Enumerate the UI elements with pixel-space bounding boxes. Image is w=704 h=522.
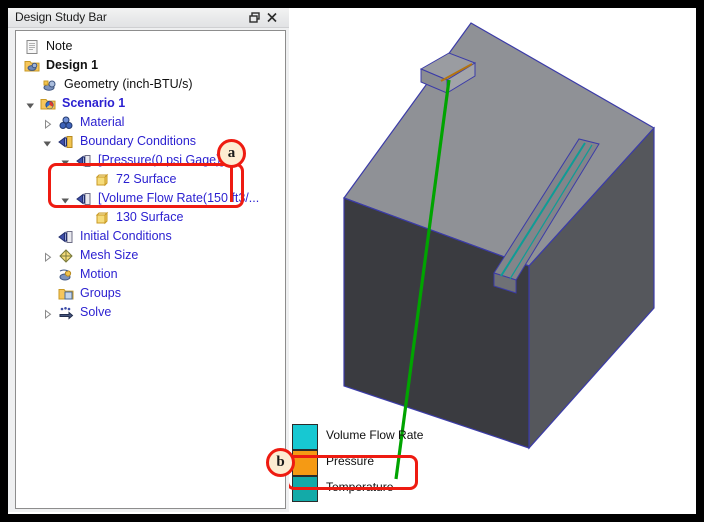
- initial-conditions-icon: [58, 229, 74, 245]
- tree-item-label: 130 Surface: [116, 210, 184, 224]
- tree-item-label: Design 1: [46, 58, 99, 72]
- material-icon: [58, 115, 74, 131]
- legend-pressure-highlight: [286, 455, 418, 490]
- tree-item-label: Note: [46, 39, 73, 53]
- application-canvas: Volume Flow Rate Pressure Temperature De…: [8, 8, 696, 514]
- tree-item-boundary-conditions[interactable]: Boundary Conditions: [58, 132, 196, 151]
- surface-icon: [94, 210, 110, 226]
- callout-badge-a: a: [217, 139, 246, 168]
- design-icon: [24, 58, 40, 74]
- solve-icon: [58, 305, 74, 321]
- tree-item-mesh-size[interactable]: Mesh Size: [58, 246, 138, 265]
- tree-item-motion[interactable]: Motion: [58, 265, 118, 284]
- panel-title-bar: Design Study Bar: [8, 8, 289, 28]
- twisty-solve[interactable]: [42, 309, 53, 320]
- groups-icon: [58, 286, 74, 302]
- close-icon[interactable]: [264, 10, 280, 25]
- tree-item-label: Groups: [80, 286, 121, 300]
- tree-item-scenario-1[interactable]: Scenario 1: [40, 94, 125, 113]
- screenshot-root: Volume Flow Rate Pressure Temperature De…: [0, 0, 704, 522]
- tree-item-groups[interactable]: Groups: [58, 284, 121, 303]
- boundary-condition-icon: [58, 134, 74, 150]
- panel-title-text: Design Study Bar: [15, 10, 107, 24]
- twisty-material[interactable]: [42, 119, 53, 130]
- tree-item-label: Boundary Conditions: [80, 134, 197, 148]
- twisty-mesh-size[interactable]: [42, 252, 53, 263]
- tree-item-label: Mesh Size: [80, 248, 139, 262]
- callout-badge-b-label: b: [276, 454, 285, 470]
- tree-item-label: Material: [80, 115, 125, 129]
- tree-item-solve[interactable]: Solve: [58, 303, 111, 322]
- tree-item-initial-conditions[interactable]: Initial Conditions: [58, 227, 172, 246]
- restore-icon[interactable]: [247, 10, 263, 25]
- mesh-size-icon: [58, 248, 74, 264]
- motion-icon: [58, 267, 74, 283]
- tree-item-label: Geometry (inch-BTU/s): [64, 77, 193, 91]
- twisty-boundary-conditions[interactable]: [42, 138, 53, 149]
- tree-item-label: Solve: [80, 305, 112, 319]
- tree-item-130-surface[interactable]: 130 Surface: [94, 208, 183, 227]
- tree-item-label: Initial Conditions: [80, 229, 172, 243]
- twisty-scenario-1[interactable]: [25, 100, 36, 111]
- legend-swatch-volume-flow-rate: [292, 424, 318, 450]
- design-study-bar-panel: Design Study Bar Note Design 1 Geometry …: [8, 8, 289, 512]
- callout-badge-b: b: [266, 448, 295, 477]
- tree-item-material[interactable]: Material: [58, 113, 124, 132]
- tree-item-geometry[interactable]: Geometry (inch-BTU/s): [42, 75, 193, 94]
- geometry-icon: [42, 77, 58, 93]
- legend-label-volume-flow-rate: Volume Flow Rate: [326, 428, 424, 442]
- tree-item-label: Motion: [80, 267, 118, 281]
- note-icon: [24, 39, 40, 55]
- tree-item-label: Scenario 1: [62, 96, 126, 110]
- callout-badge-a-label: a: [227, 145, 236, 161]
- model-tree[interactable]: Note Design 1 Geometry (inch-BTU/s) Scen…: [15, 30, 286, 509]
- tree-item-note[interactable]: Note: [24, 37, 72, 56]
- tree-item-design-1[interactable]: Design 1: [24, 56, 98, 75]
- pressure-bc-highlight: [48, 163, 244, 208]
- scenario-icon: [40, 96, 56, 112]
